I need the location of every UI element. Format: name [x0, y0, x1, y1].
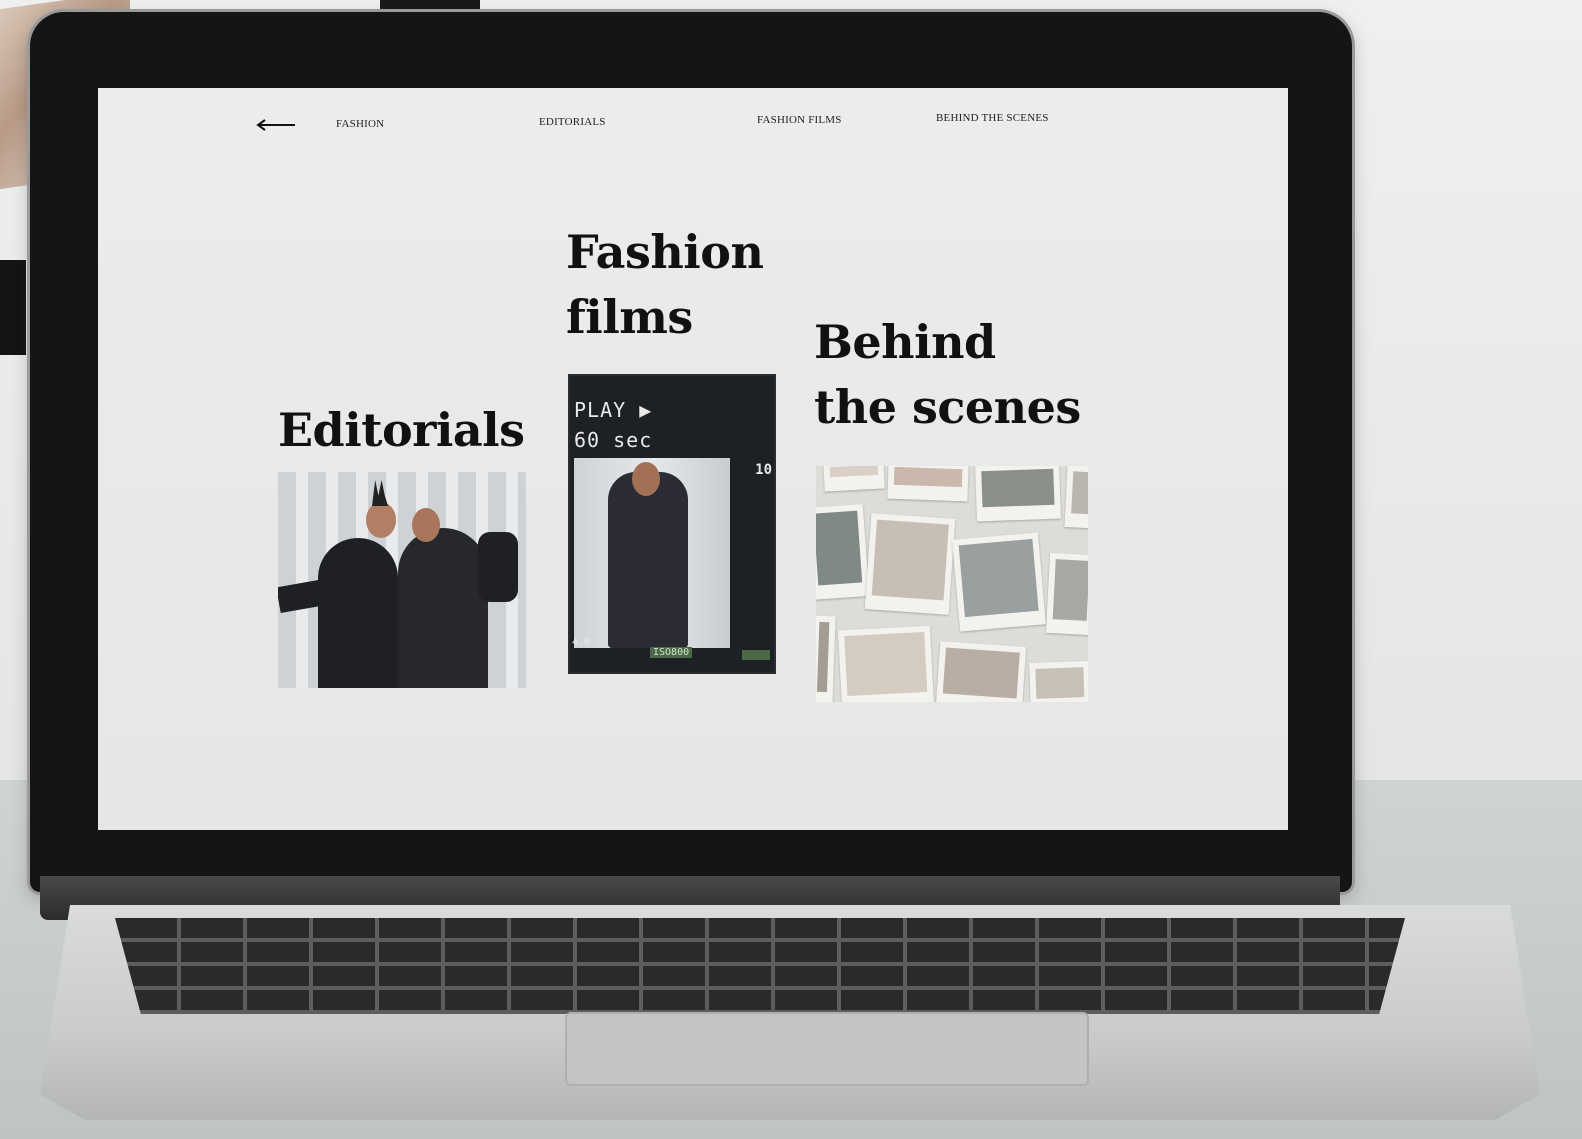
polaroid-photo — [975, 466, 1061, 522]
background-decoration — [0, 260, 26, 355]
heading-line: Fashion — [566, 225, 764, 279]
model-figure — [608, 472, 688, 648]
duration-overlay-text: 60 sec — [574, 428, 653, 452]
polaroid-photo — [864, 513, 956, 615]
play-overlay-text: PLAY ▶ — [574, 398, 653, 422]
behind-the-scenes-heading[interactable]: Behind the scenes — [814, 310, 1114, 441]
polaroid-photo — [837, 625, 935, 702]
iso-overlay-text: ISO800 — [650, 647, 693, 658]
nav-item-behind-the-scenes[interactable]: BEHIND THE SCENES — [936, 112, 1049, 124]
fvalue-overlay-text: 4.0 — [572, 637, 591, 648]
polaroid-photo — [1029, 660, 1088, 702]
laptop-keyboard — [115, 918, 1405, 1014]
editorials-thumbnail[interactable] — [278, 472, 526, 688]
model-face — [412, 508, 440, 542]
model-hair — [372, 480, 388, 506]
polaroid-photo — [1064, 466, 1088, 530]
editorials-heading[interactable]: Editorials — [278, 398, 525, 463]
arrow-left-icon[interactable] — [253, 117, 297, 133]
heading-line: films — [566, 290, 693, 345]
model-arm — [478, 532, 518, 602]
heading-line: Behind — [814, 315, 996, 369]
model-face — [632, 462, 660, 496]
polaroid-photo — [887, 466, 969, 502]
polaroid-photo — [823, 466, 885, 492]
model-figure — [398, 528, 488, 688]
nav-item-editorials[interactable]: EDITORIALS — [539, 116, 606, 128]
polaroid-photo — [935, 641, 1027, 702]
model-figure — [318, 538, 398, 688]
polaroid-photo — [1045, 552, 1088, 636]
nav-item-fashion-films[interactable]: FASHION FILMS — [757, 114, 842, 126]
polaroid-photo — [952, 532, 1046, 632]
laptop-trackpad — [565, 1012, 1089, 1086]
nav-item-fashion[interactable]: FASHION — [336, 118, 384, 130]
counter-overlay-text: 10 — [755, 462, 772, 478]
polaroid-photo — [816, 615, 836, 702]
model-face — [366, 502, 396, 538]
fashion-films-heading[interactable]: Fashion films — [566, 220, 806, 351]
behind-the-scenes-thumbnail[interactable] — [816, 466, 1088, 702]
heading-line: the scenes — [814, 380, 1081, 435]
fashion-films-thumbnail[interactable]: PLAY ▶ 60 sec 10 4.0 ISO800 — [568, 374, 776, 674]
laptop-screen: FASHION EDITORIALS FASHION FILMS BEHIND … — [98, 88, 1288, 830]
top-navigation: FASHION EDITORIALS FASHION FILMS BEHIND … — [98, 112, 1288, 142]
camera-indicator — [742, 650, 770, 660]
polaroid-photo — [816, 504, 870, 600]
